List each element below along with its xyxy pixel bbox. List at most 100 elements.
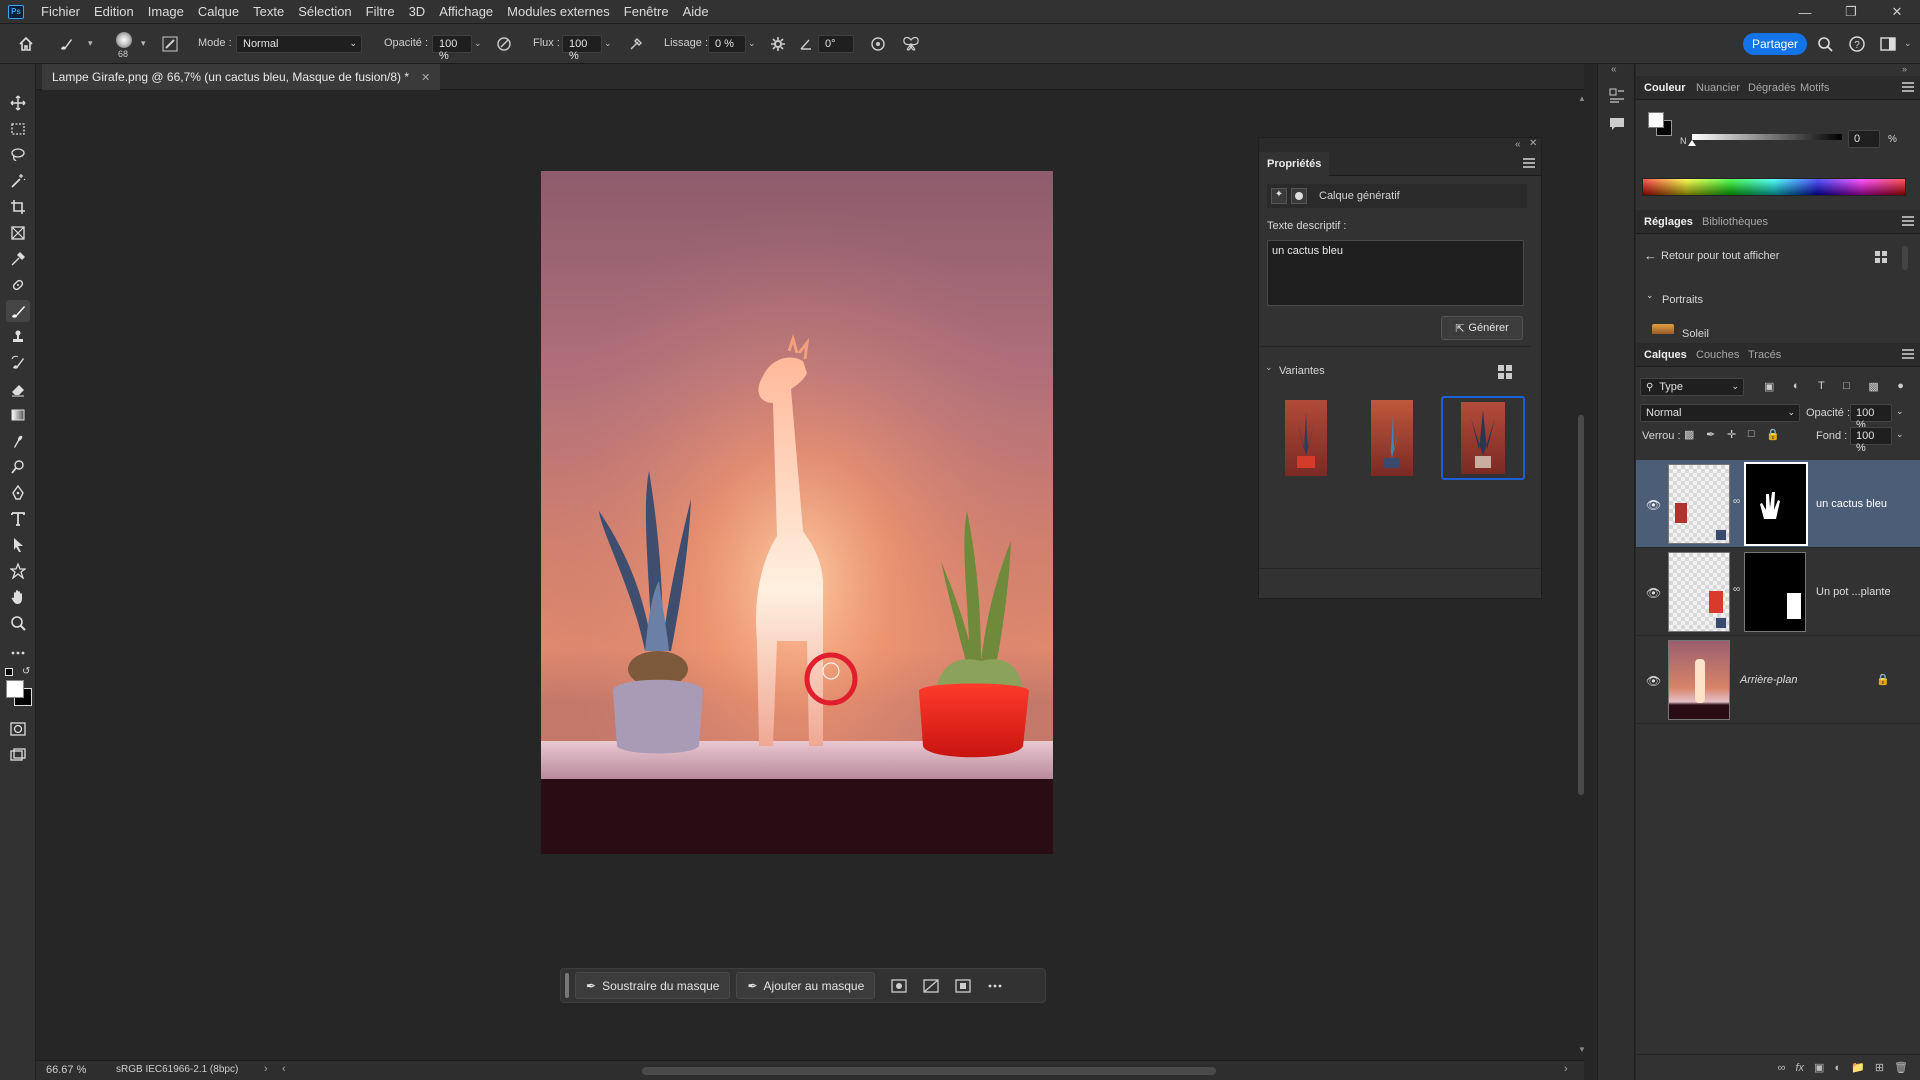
prompt-textarea[interactable]: un cactus bleu [1267,240,1524,306]
lock-all-icon[interactable]: 🔒 [1766,428,1780,442]
subtract-from-mask-button[interactable]: ✒ Soustraire du masque [575,972,731,999]
link-icon[interactable]: ∞ [1733,584,1740,595]
menu-texte[interactable]: Texte [246,0,291,24]
lock-transparency-icon[interactable]: ▩ [1684,428,1694,442]
pressure-opacity-icon[interactable] [494,34,514,54]
eye-icon[interactable]: 👁 [1646,586,1661,600]
help-icon[interactable]: ? [1847,34,1867,54]
symmetry-butterfly-icon[interactable] [901,34,921,54]
zoom-tool-icon[interactable] [6,612,30,634]
magic-wand-tool-icon[interactable] [6,170,30,192]
collapse-icon[interactable]: « [1515,139,1521,150]
invert-mask-icon[interactable] [917,972,945,999]
smoothing-settings-gear-icon[interactable] [768,34,788,54]
drag-handle[interactable] [565,973,569,998]
close-panel-icon[interactable]: ✕ [1529,138,1537,149]
panel-menu-icon[interactable] [1902,216,1914,226]
layer-name[interactable]: un cactus bleu [1816,498,1887,510]
tab-calques[interactable]: Calques [1644,343,1687,367]
chevron-down-icon[interactable]: ⌄ [1896,406,1904,417]
properties-panel-icon[interactable] [1609,88,1625,104]
scroll-right-icon[interactable]: › [1564,1063,1568,1075]
chevron-down-icon[interactable]: ⌄ [604,38,612,49]
layer-name[interactable]: Un pot ...plante [1816,586,1891,598]
layer-opacity-input[interactable]: 100 % [1850,404,1892,431]
move-tool-icon[interactable] [6,92,30,114]
fx-icon[interactable]: fx [1795,1062,1804,1074]
grid-view-icon[interactable] [1497,364,1513,380]
chevron-down-icon[interactable]: ▾ [88,38,93,49]
crop-tool-icon[interactable] [6,196,30,218]
minimize-icon[interactable]: — [1782,0,1828,24]
healing-brush-tool-icon[interactable] [6,274,30,296]
lock-position-icon[interactable]: ✛ [1727,428,1736,442]
chevron-down-icon[interactable]: ⌄ [748,38,756,49]
brush-settings-icon[interactable] [160,34,180,54]
menu-aide[interactable]: Aide [676,0,716,24]
panel-menu-icon[interactable] [1902,82,1914,92]
vertical-scrollbar[interactable]: ▲ ▼ [1577,90,1586,1058]
workspace-icon[interactable] [1878,34,1898,54]
layer-name[interactable]: Arrière-plan [1740,674,1797,686]
filter-toggle-icon[interactable]: ● [1897,380,1904,394]
eye-icon[interactable]: 👁 [1646,674,1661,688]
foreground-color-swatch[interactable] [6,680,24,698]
swap-colors-icon[interactable]: ↺ [22,666,32,677]
scroll-up-icon[interactable]: ▲ [1578,94,1586,103]
chevron-down-icon[interactable]: ⌄ [1904,38,1912,49]
close-window-icon[interactable]: ✕ [1874,0,1920,24]
panel-resize-handle[interactable] [1259,568,1541,574]
chevron-down-icon[interactable]: ⌄ [1896,429,1904,440]
tab-bibliotheques[interactable]: Bibliothèques [1702,210,1768,234]
tab-degrades[interactable]: Dégradés [1748,76,1796,100]
horizontal-scroll-thumb[interactable] [642,1067,1216,1075]
default-colors-icon[interactable] [5,668,13,676]
filter-smart-object-icon[interactable]: ▩ [1868,380,1878,394]
link-icon[interactable]: ∞ [1733,496,1740,507]
filter-type-icon[interactable]: T [1818,380,1825,394]
adjustment-layer-icon[interactable]: ◐ [1834,1062,1841,1074]
marquee-tool-icon[interactable] [6,118,30,140]
more-options-icon[interactable] [981,972,1009,999]
menu-affichage[interactable]: Affichage [432,0,500,24]
angle-input[interactable]: 0° [818,35,854,53]
properties-panel-header[interactable]: « ✕ [1259,138,1541,152]
tab-couleur[interactable]: Couleur [1644,76,1686,100]
variant-thumbnail-2[interactable] [1371,400,1413,476]
add-to-mask-button[interactable]: ✒ Ajouter au masque [736,972,876,999]
mode-select[interactable]: Normal ⌄ [236,35,362,53]
brush-tool-preset-icon[interactable] [56,34,76,54]
adjustments-scrollbar[interactable] [1902,246,1908,270]
scroll-left-icon[interactable]: ‹ [282,1063,286,1075]
grid-view-icon[interactable] [1874,250,1888,264]
comments-icon[interactable] [1609,116,1625,132]
fill-input[interactable]: 100 % [1850,427,1892,454]
mask-properties-icon[interactable] [949,972,977,999]
brush-tool-icon[interactable] [6,300,30,322]
history-brush-tool-icon[interactable] [6,352,30,374]
new-layer-icon[interactable]: ⊞ [1875,1061,1884,1074]
panel-menu-icon[interactable] [1523,158,1535,168]
gray-value-input[interactable]: 0 [1848,130,1880,148]
color-spectrum[interactable] [1642,178,1906,196]
menu-image[interactable]: Image [141,0,191,24]
dodge-tool-icon[interactable] [6,456,30,478]
variant-thumbnail-3-selected[interactable] [1441,396,1525,480]
layer-thumbnail[interactable] [1668,464,1730,544]
menu-fichier[interactable]: Fichier [34,0,87,24]
eyedropper-tool-icon[interactable] [6,248,30,270]
link-layers-icon[interactable]: ∞ [1778,1062,1786,1074]
variant-thumbnail-1[interactable] [1285,400,1327,476]
pressure-size-icon[interactable] [868,34,888,54]
lock-artboard-icon[interactable]: □ [1748,428,1755,442]
preset-soleil[interactable]: Soleil [1682,328,1709,340]
menu-3d[interactable]: 3D [402,0,433,24]
clone-stamp-tool-icon[interactable] [6,326,30,348]
screen-mode-icon[interactable] [6,744,30,766]
layer-row-background[interactable]: 👁 Arrière-plan 🔒 [1636,636,1920,724]
menu-calque[interactable]: Calque [191,0,246,24]
canvas-image[interactable] [541,171,1053,854]
tab-properties[interactable]: Propriétés [1259,152,1330,176]
frame-tool-icon[interactable] [6,222,30,244]
hand-tool-icon[interactable] [6,586,30,608]
